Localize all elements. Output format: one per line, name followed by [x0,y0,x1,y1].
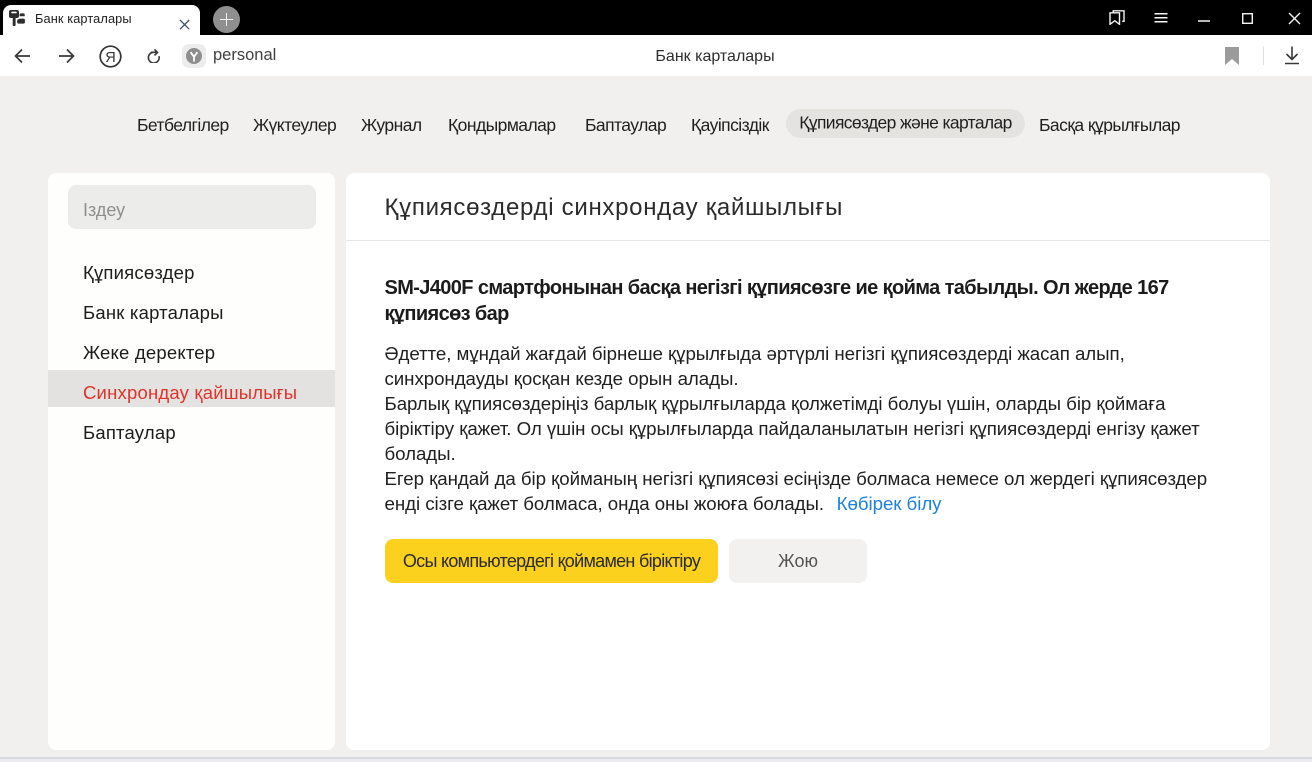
svg-text:R: R [105,50,115,66]
